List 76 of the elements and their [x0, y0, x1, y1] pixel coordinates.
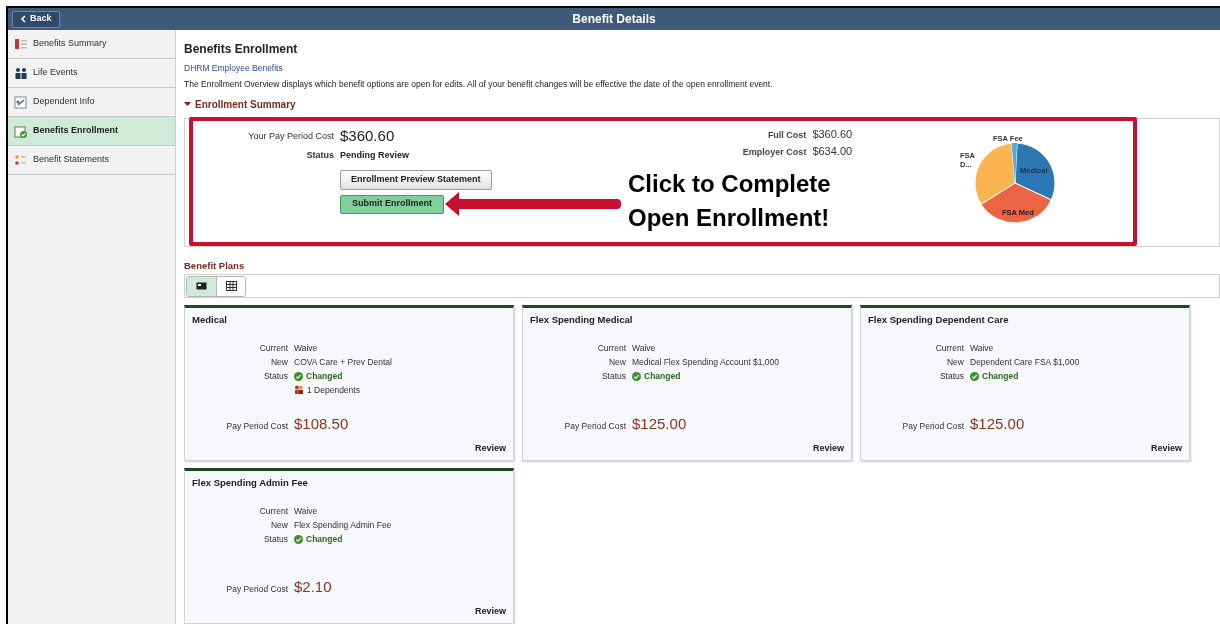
check-circle-icon: [294, 371, 303, 381]
dependents-link[interactable]: 1 Dependents: [307, 383, 360, 397]
card-title: Flex Spending Dependent Care: [868, 313, 1010, 327]
field-label: Status: [306, 148, 334, 161]
field-label: Full Cost: [766, 128, 807, 142]
review-link[interactable]: Review: [1150, 441, 1182, 455]
tile-view-icon: [196, 281, 207, 292]
form-icon: [14, 95, 27, 109]
field-label: Current: [596, 342, 626, 355]
field-value: Medical Flex Spending Account $1,000: [632, 356, 780, 369]
field-label: Pay Period Cost: [563, 420, 626, 433]
field-value: Waive: [294, 505, 319, 518]
check-circle-icon: [970, 371, 979, 381]
caret-down-icon: [184, 100, 191, 108]
sidebar-item[interactable]: Benefits Enrollment: [8, 117, 175, 146]
field-label: Your Pay Period Cost: [248, 129, 334, 143]
field-value: Waive: [294, 342, 319, 355]
pay-period-cost: $360.60: [340, 127, 396, 144]
page-description: The Enrollment Overview displays which benefit options are open for edits. All of your benefit changes will be effective the date of the open enrollment event.: [184, 77, 774, 91]
check-circle-icon: [294, 534, 303, 544]
status-value: Changed: [644, 369, 681, 383]
review-link[interactable]: Review: [474, 604, 506, 618]
field-label: Current: [934, 342, 964, 355]
callout-text: Click to Complete Open Enrollment!: [628, 168, 831, 233]
list-icon: [14, 37, 27, 51]
back-button[interactable]: Back: [12, 10, 60, 28]
pay-period-cost: $125.00: [970, 414, 1026, 434]
preview-statement-button[interactable]: Enrollment Preview Statement: [340, 169, 492, 190]
dots-icon: [14, 153, 27, 167]
review-link[interactable]: Review: [812, 441, 844, 455]
field-label: New: [608, 356, 626, 369]
pay-period-cost: $2.10: [294, 577, 333, 597]
field-label: Employer Cost: [741, 146, 807, 159]
people-icon: [14, 66, 27, 80]
field-label: Pay Period Cost: [225, 583, 288, 596]
field-label: Status: [938, 369, 964, 383]
field-value: COVA Care + Prev Dental: [294, 356, 393, 369]
field-label: Current: [258, 505, 288, 518]
status-value: Changed: [306, 532, 343, 546]
view-toggle[interactable]: [187, 276, 216, 296]
section-heading: Benefit Plans: [184, 258, 246, 273]
grid-view-icon: [225, 281, 237, 292]
field-value: Waive: [632, 342, 657, 355]
employee-benefits-link[interactable]: DHRM Employee Benefits: [184, 62, 283, 75]
pay-period-cost: $125.00: [632, 414, 688, 434]
field-label: Status: [600, 369, 626, 383]
submit-enrollment-button[interactable]: Submit Enrollment: [340, 194, 444, 214]
field-value: Flex Spending Admin Fee: [294, 519, 393, 532]
field-label: Pay Period Cost: [225, 420, 288, 433]
chevron-left-icon: [20, 15, 26, 23]
pay-period-cost: $108.50: [294, 414, 350, 434]
full-cost: $360.60: [812, 126, 854, 142]
collapse-toggle[interactable]: Enrollment Summary: [184, 96, 296, 112]
field-label: Status: [262, 532, 288, 546]
field-label: New: [946, 356, 964, 369]
employer-cost: $634.00: [812, 144, 854, 159]
field-value: Dependent Care FSA $1,000: [970, 356, 1081, 369]
card-title: Flex Spending Admin Fee: [192, 476, 309, 490]
field-label: Pay Period Cost: [901, 420, 964, 433]
clipboard-check-icon: [14, 124, 27, 138]
page-header-title: Benefit Details: [572, 11, 656, 28]
status-value: Changed: [982, 369, 1019, 383]
view-toggle[interactable]: [216, 276, 245, 296]
review-link[interactable]: Review: [474, 441, 506, 455]
page-title: Benefits Enrollment: [184, 41, 299, 58]
status-value: Changed: [306, 369, 343, 383]
card-title: Medical: [192, 313, 228, 327]
field-label: New: [270, 519, 288, 532]
status-value: Pending Review: [340, 148, 411, 161]
field-value: Waive: [970, 342, 995, 355]
field-label: Current: [258, 342, 288, 355]
people-icon: [294, 385, 304, 395]
field-label: Status: [262, 369, 288, 383]
card-title: Flex Spending Medical: [530, 313, 634, 327]
field-label: New: [270, 356, 288, 369]
check-circle-icon: [632, 371, 641, 381]
